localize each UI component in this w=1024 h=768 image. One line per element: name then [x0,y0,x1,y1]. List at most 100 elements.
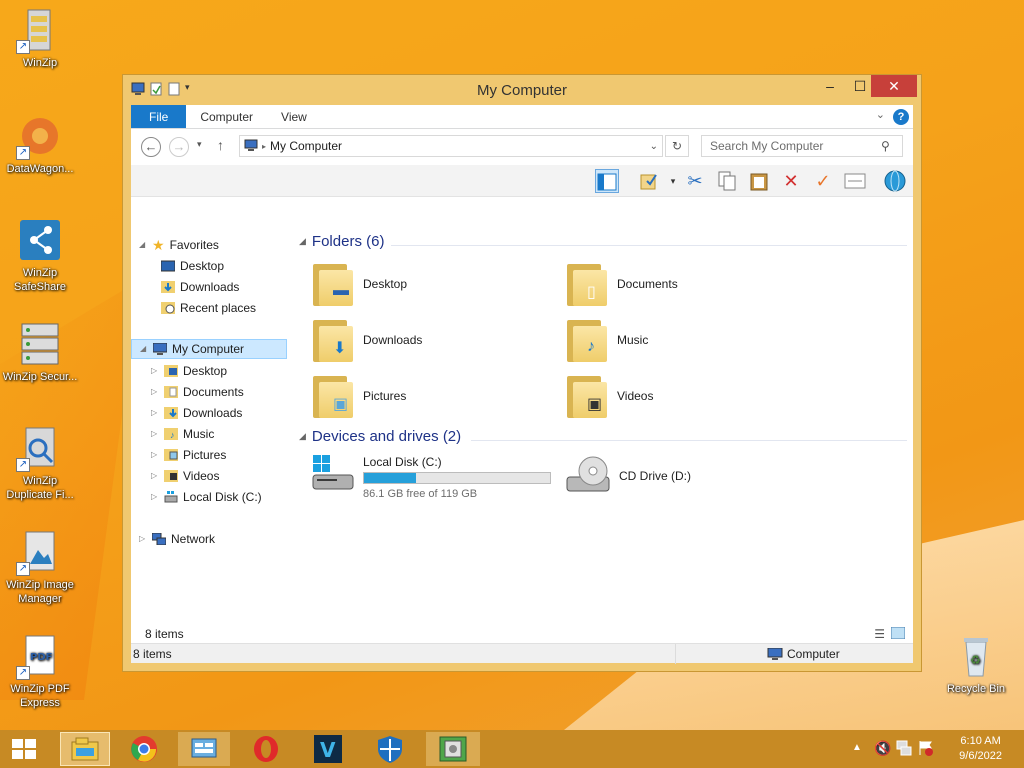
desktop-icon-winzip-pdf-express[interactable]: PDF ↗ WinZip PDF Express [0,632,80,710]
expand-arrow-icon[interactable]: ▷ [151,487,159,507]
drive-tile-cd[interactable]: CD Drive (D:) [565,455,691,495]
explorer-window: ▾ My Computer – ☐ ✕ File Computer View ⌄… [122,74,922,672]
desktop-icon-winzip-duplicate[interactable]: ↗ WinZip Duplicate Fi... [0,424,80,502]
nav-computer-local-disk[interactable]: ▷ Local Disk (C:) [151,487,262,507]
desktop-icon-winzip-safeshare[interactable]: WinZip SafeShare [0,216,80,294]
volume-muted-icon[interactable]: 🔇 [874,740,891,757]
folder-tile-documents[interactable]: ▯ Documents [565,257,795,311]
expand-arrow-icon[interactable]: ▷ [151,424,159,444]
taskbar-chrome[interactable] [120,732,168,766]
refresh-button[interactable]: ↻ [665,135,689,157]
drive-tile-local-disk[interactable]: Local Disk (C:) 86.1 GB free of 119 GB [311,455,551,500]
drive-free-space: 86.1 GB free of 119 GB [363,488,478,500]
desktop-icon-winzip-image-manager[interactable]: ↗ WinZip Image Manager [0,528,80,606]
cd-drive-icon [566,456,610,492]
image-manager-icon: ↗ [16,528,64,576]
star-icon: ★ [152,237,165,253]
delete-icon[interactable]: ✕ [779,169,803,193]
taskbar-control-panel[interactable] [178,732,230,766]
chevron-down-icon[interactable]: ⌄ [876,108,885,121]
title-bar[interactable]: ▾ My Computer – ☐ ✕ [123,75,921,105]
nav-computer-desktop[interactable]: ▷ Desktop [151,361,227,381]
expand-arrow-icon[interactable]: ▷ [151,445,159,465]
devices-group-header[interactable]: ◢ Devices and drives (2) [299,428,461,445]
clock[interactable]: 6:10 AM 9/6/2022 [959,734,1002,764]
expand-arrow-icon[interactable]: ▷ [151,466,159,486]
folder-tile-desktop[interactable]: ▬ Desktop [311,257,541,311]
folder-icon: ⬇ [311,316,355,364]
desktop-icon-winzip[interactable]: ↗ WinZip [0,6,80,70]
nav-computer-documents[interactable]: ▷ Documents [151,382,244,402]
properties-icon[interactable] [843,169,867,193]
details-view-icon[interactable]: ☰ [874,627,885,641]
desktop-icon-datawagon[interactable]: ↗ DataWagon... [0,112,80,176]
window-content: File Computer View ⌄ ? ← → ▾ ↑ ▸ My Comp… [131,105,913,664]
forward-button[interactable]: → [169,137,189,157]
folder-icon [164,365,178,377]
preview-pane-button[interactable] [595,169,619,193]
taskbar-vegas[interactable]: V [304,732,352,766]
collapse-arrow-icon[interactable]: ◢ [139,235,147,255]
taskbar-app[interactable] [426,732,480,766]
folders-group-header[interactable]: ◢ Folders (6) [299,233,384,250]
nav-favorite-recent[interactable]: Recent places [161,298,256,318]
search-icon[interactable]: ⚲ [881,139,890,153]
globe-icon[interactable] [883,169,907,193]
expand-arrow-icon[interactable]: ▷ [151,361,159,381]
search-input[interactable] [701,135,903,157]
chrome-icon [131,736,157,762]
desktop-icon-recycle-bin[interactable]: ♻ Recycle Bin [936,632,1016,696]
nav-computer-music[interactable]: ▷ ♪ Music [151,424,214,444]
address-path[interactable]: My Computer [270,139,342,153]
shield-icon [378,736,402,763]
folder-tile-music[interactable]: ♪ Music [565,313,795,367]
tab-computer[interactable]: Computer [186,105,267,128]
cut-icon[interactable]: ✂ [683,169,707,193]
up-button[interactable]: ↑ [217,137,224,153]
collapse-arrow-icon[interactable]: ◢ [299,431,306,442]
start-button[interactable] [0,732,48,766]
close-button[interactable]: ✕ [871,75,917,97]
nav-favorites[interactable]: ◢ ★ Favorites [139,235,219,255]
svg-text:♻: ♻ [970,653,981,667]
expand-arrow-icon[interactable]: ▷ [151,403,159,423]
copy-icon[interactable] [715,169,739,193]
nav-computer-downloads[interactable]: ▷ Downloads [151,403,242,423]
folder-tile-pictures[interactable]: ▣ Pictures [311,369,541,423]
folder-tile-downloads[interactable]: ⬇ Downloads [311,313,541,367]
windows-logo-icon [12,739,36,759]
expand-arrow-icon[interactable]: ▷ [139,529,147,549]
folder-tile-videos[interactable]: ▣ Videos [565,369,795,423]
help-icon[interactable]: ? [893,109,909,125]
nav-favorite-desktop[interactable]: Desktop [161,256,224,276]
address-dropdown-icon[interactable]: ⌄ [650,141,658,152]
tab-view[interactable]: View [267,105,321,128]
network-tray-icon[interactable] [896,740,912,759]
svg-text:♪: ♪ [170,430,175,440]
nav-computer-pictures[interactable]: ▷ Pictures [151,445,226,465]
paste-icon[interactable] [747,169,771,193]
taskbar-explorer[interactable] [60,732,110,766]
minimize-button[interactable]: – [815,75,845,97]
status-bar: 8 items Computer [131,643,913,664]
tab-file[interactable]: File [131,105,187,128]
nav-favorite-downloads[interactable]: Downloads [161,277,239,297]
nav-network[interactable]: ▷ Network [139,529,215,549]
show-hidden-icons-icon[interactable]: ▲ [852,742,862,753]
collapse-arrow-icon[interactable]: ◢ [140,339,148,359]
nav-my-computer[interactable]: ◢ My Computer [131,339,287,359]
expand-arrow-icon[interactable]: ▷ [151,382,159,402]
collapse-arrow-icon[interactable]: ◢ [299,236,306,247]
recent-locations-icon[interactable]: ▾ [197,139,202,150]
taskbar-opera[interactable] [242,732,290,766]
select-dropdown-icon[interactable]: ▾ [661,169,685,193]
nav-computer-videos[interactable]: ▷ Videos [151,466,219,486]
desktop-icon-winzip-secure[interactable]: WinZip Secur... [0,320,80,384]
rename-check-icon[interactable]: ✓ [811,169,835,193]
taskbar-defender[interactable] [366,732,414,766]
large-icons-view-icon[interactable] [890,626,906,642]
back-button[interactable]: ← [141,137,161,157]
action-center-flag-icon[interactable] [918,740,934,759]
select-icon[interactable] [637,169,661,193]
address-bar[interactable]: ▸ My Computer ⌄ [239,135,663,157]
